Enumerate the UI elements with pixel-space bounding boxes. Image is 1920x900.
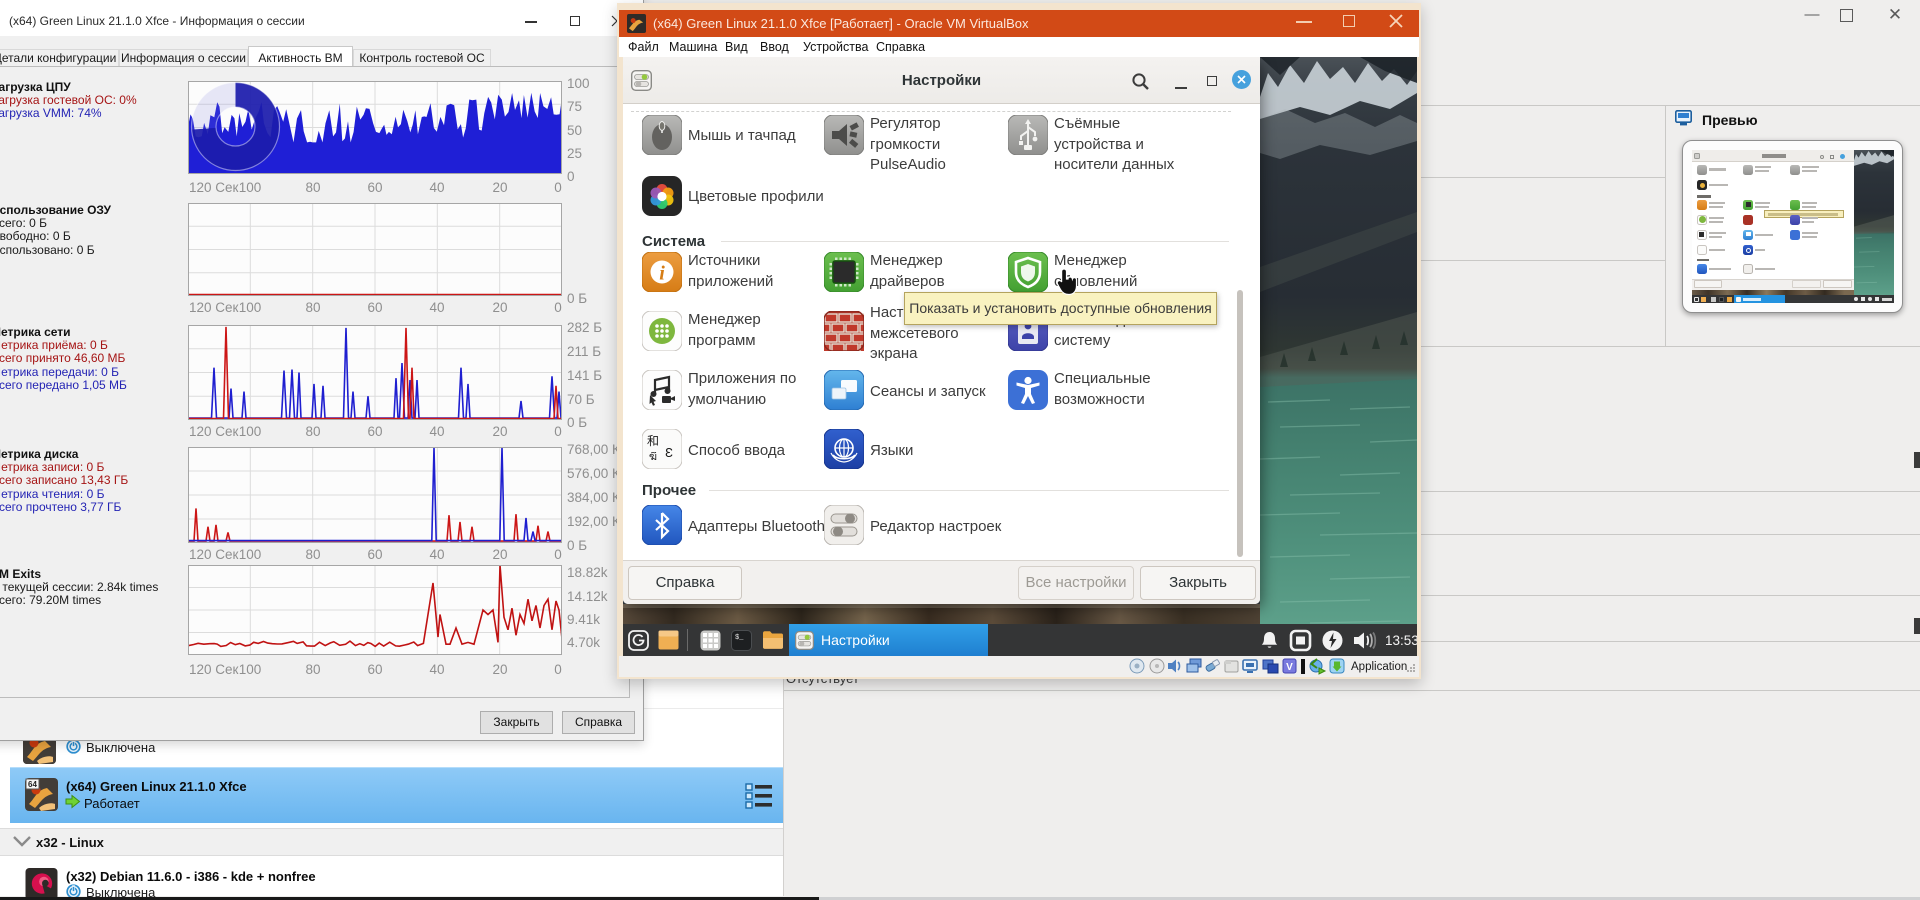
svg-text:Ɛ: Ɛ (665, 445, 673, 460)
svg-text:和: 和 (647, 434, 659, 448)
svg-text:64: 64 (28, 780, 37, 789)
svg-text:$_: $_ (735, 634, 744, 642)
svg-text:ฆ̃: ฆ̃ (649, 451, 657, 463)
svg-text:V: V (1286, 662, 1293, 673)
svg-text:i: i (659, 263, 665, 285)
